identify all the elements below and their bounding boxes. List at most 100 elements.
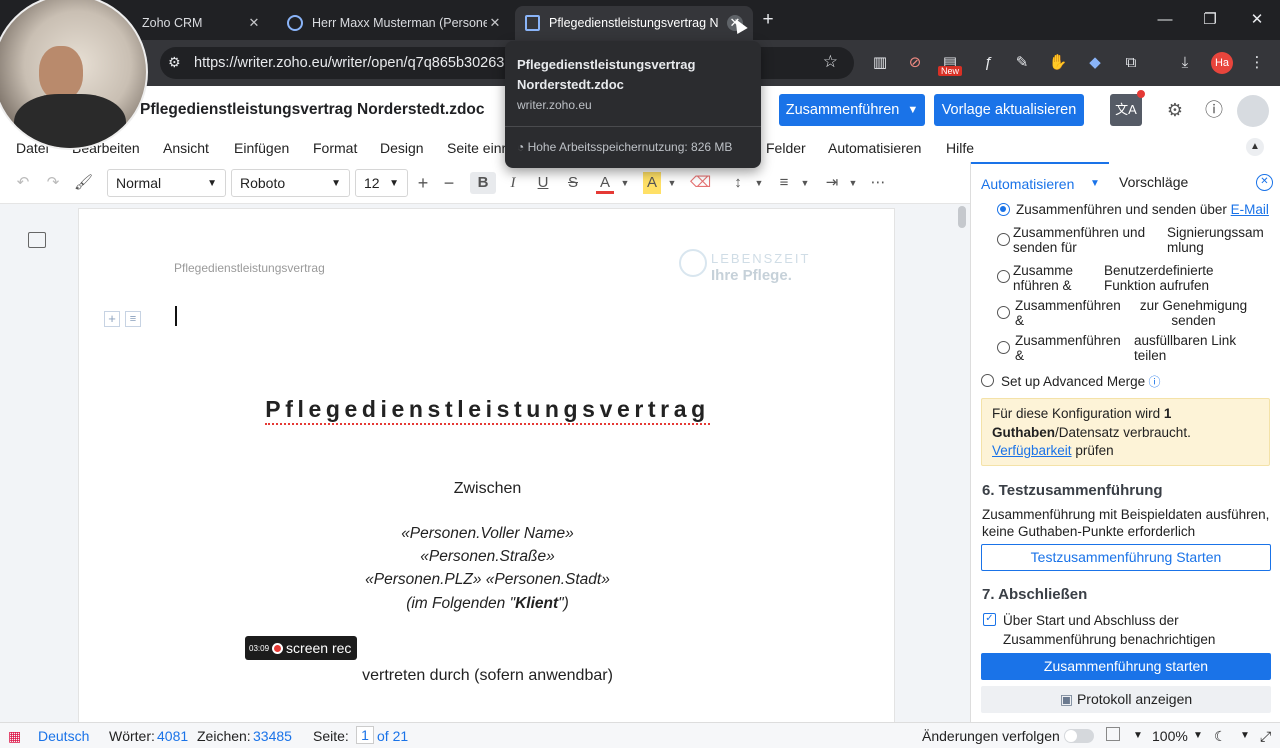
chevron-down-icon[interactable]: ▼: [1240, 730, 1250, 741]
download-icon[interactable]: ⤓: [1175, 53, 1195, 73]
close-icon[interactable]: ✕: [487, 15, 503, 31]
block-icon[interactable]: ⊘: [905, 53, 925, 73]
menu-fields[interactable]: Felder: [766, 140, 806, 156]
underline-icon[interactable]: U: [534, 172, 552, 194]
decrease-font-icon[interactable]: −: [440, 172, 458, 194]
radio-merge-approval[interactable]: [997, 306, 1010, 319]
availability-link[interactable]: Verfügbarkeit: [992, 443, 1072, 458]
italic-icon[interactable]: I: [504, 172, 522, 194]
bold-icon[interactable]: B: [470, 172, 496, 194]
user-avatar[interactable]: [1237, 95, 1269, 127]
menu-format[interactable]: Format: [313, 140, 357, 156]
indent-icon[interactable]: ⇥: [822, 172, 842, 194]
collapse-menu-icon[interactable]: ▲: [1246, 138, 1264, 156]
restore-icon[interactable]: ❐: [1200, 10, 1220, 30]
menu-insert[interactable]: Einfügen: [234, 140, 289, 156]
logo-text-line1: LEBENSZEIT: [711, 251, 811, 266]
chevron-down-icon[interactable]: ▼: [846, 172, 860, 194]
language-select[interactable]: Deutsch: [38, 728, 89, 744]
chevron-down-icon: ▼: [207, 177, 217, 189]
tab-automate[interactable]: Automatisieren ▼: [971, 162, 1109, 202]
page-header-text: Pflegedienstleistungsvertrag: [174, 261, 325, 275]
view-log-button[interactable]: ▣ Protokoll anzeigen: [981, 686, 1271, 713]
start-merge-button[interactable]: Zusammenführung starten: [981, 653, 1271, 680]
menu-help[interactable]: Hilfe: [946, 140, 974, 156]
menu-kebab-icon[interactable]: ⋮: [1247, 53, 1267, 73]
merge-button[interactable]: Zusammenführen ▼: [779, 94, 925, 126]
spellcheck-icon[interactable]: ▦: [8, 728, 21, 745]
info-icon[interactable]: ⓘ: [1145, 375, 1160, 389]
tab-suggestions[interactable]: Vorschläge: [1119, 174, 1188, 190]
tab-writer-document[interactable]: Pflegedienstleistungsvertrag N ✕: [515, 6, 753, 40]
menu-design[interactable]: Design: [380, 140, 424, 156]
line-spacing-icon[interactable]: ↕: [728, 172, 748, 194]
more-options-icon[interactable]: ⋯: [868, 172, 888, 194]
extensions-icon[interactable]: ⧉: [1121, 53, 1141, 73]
formula-icon[interactable]: ƒ: [978, 53, 998, 73]
chevron-down-icon[interactable]: ▼: [665, 172, 679, 194]
zoom-level[interactable]: 100%: [1152, 728, 1188, 744]
speedometer-icon: ◔: [517, 140, 528, 154]
chevron-down-icon[interactable]: ▼: [1133, 730, 1143, 741]
new-tab-icon[interactable]: +: [758, 10, 778, 30]
test-merge-button[interactable]: Testzusammenführung Starten: [981, 544, 1271, 571]
minimize-icon[interactable]: —: [1155, 10, 1175, 30]
color-picker-icon[interactable]: ✎: [1012, 53, 1032, 73]
highlight-color-icon[interactable]: A: [643, 172, 661, 194]
add-block-icon[interactable]: +: [104, 311, 120, 327]
view-mode-icon[interactable]: [1106, 727, 1120, 741]
bookmark-star-icon[interactable]: ☆: [823, 52, 838, 72]
email-link[interactable]: E-Mail: [1231, 202, 1269, 217]
menu-page-setup[interactable]: Seite einr: [447, 140, 506, 156]
navigation-pane-icon[interactable]: [28, 232, 46, 248]
close-window-icon[interactable]: ✕: [1247, 10, 1267, 30]
chevron-down-icon[interactable]: ▼: [752, 172, 766, 194]
hand-icon[interactable]: ✋: [1048, 53, 1068, 73]
font-color-icon[interactable]: A: [596, 172, 614, 194]
menu-automate[interactable]: Automatisieren: [828, 140, 921, 156]
radio-advanced-merge[interactable]: [981, 374, 994, 387]
chevron-down-icon[interactable]: ▼: [1090, 178, 1100, 189]
paint-format-icon[interactable]: 🖌: [74, 172, 93, 194]
radio-merge-fillable-link[interactable]: [997, 341, 1010, 354]
chevron-down-icon[interactable]: ▼: [798, 172, 812, 194]
radio-merge-signing[interactable]: [997, 233, 1010, 246]
clear-format-icon[interactable]: ⌫: [690, 172, 711, 194]
align-left-icon[interactable]: ≡: [774, 172, 794, 194]
page-number-input[interactable]: 1: [356, 726, 374, 744]
radio-merge-send-email[interactable]: [997, 203, 1010, 216]
notify-checkbox[interactable]: ✓: [983, 613, 996, 626]
dark-mode-icon[interactable]: ☾: [1214, 728, 1227, 745]
block-menu-icon[interactable]: ≡: [125, 311, 141, 327]
close-panel-icon[interactable]: ✕: [1256, 174, 1273, 191]
paragraph-style-select[interactable]: Normal ▼: [107, 169, 226, 197]
font-family-select[interactable]: Roboto ▼: [231, 169, 350, 197]
document-page[interactable]: Pflegedienstleistungsvertrag LEBENSZEIT …: [78, 208, 895, 728]
fullscreen-icon[interactable]: ⤢: [1260, 728, 1271, 745]
notice-text: prüfen: [1071, 443, 1114, 458]
update-template-button[interactable]: Vorlage aktualisieren: [934, 94, 1084, 126]
settings-gear-icon[interactable]: ⚙: [1164, 99, 1186, 121]
strikethrough-icon[interactable]: S: [564, 172, 582, 194]
info-icon[interactable]: ⓘ: [1203, 99, 1225, 121]
chevron-down-icon[interactable]: ▼: [1193, 730, 1203, 741]
chevron-down-icon[interactable]: ▼: [618, 172, 632, 194]
increase-font-icon[interactable]: +: [414, 172, 432, 194]
close-icon[interactable]: ✕: [246, 15, 262, 31]
undo-icon[interactable]: ↶: [14, 172, 32, 194]
reading-list-icon[interactable]: ▥: [870, 53, 890, 73]
translate-icon[interactable]: 文A: [1110, 94, 1142, 126]
font-size-select[interactable]: 12 ▼: [355, 169, 408, 197]
redo-icon[interactable]: ↷: [44, 172, 62, 194]
site-settings-icon[interactable]: ⚙: [168, 54, 181, 71]
merge-field-street: «Personen.Straße»: [420, 548, 555, 565]
document-title[interactable]: Pflegedienstleistungsvertrag Norderstedt…: [140, 101, 485, 119]
tab-contact[interactable]: Herr Maxx Musterman (Persone ✕: [277, 6, 513, 40]
radio-merge-custom-function[interactable]: [997, 270, 1010, 283]
track-changes-toggle[interactable]: [1064, 729, 1094, 743]
view-log-label: Protokoll anzeigen: [1076, 691, 1193, 707]
profile-avatar[interactable]: Ha: [1211, 52, 1233, 74]
diamond-icon[interactable]: ◆: [1085, 53, 1105, 73]
menu-view[interactable]: Ansicht: [163, 140, 209, 156]
document-scrollbar[interactable]: [958, 206, 966, 228]
